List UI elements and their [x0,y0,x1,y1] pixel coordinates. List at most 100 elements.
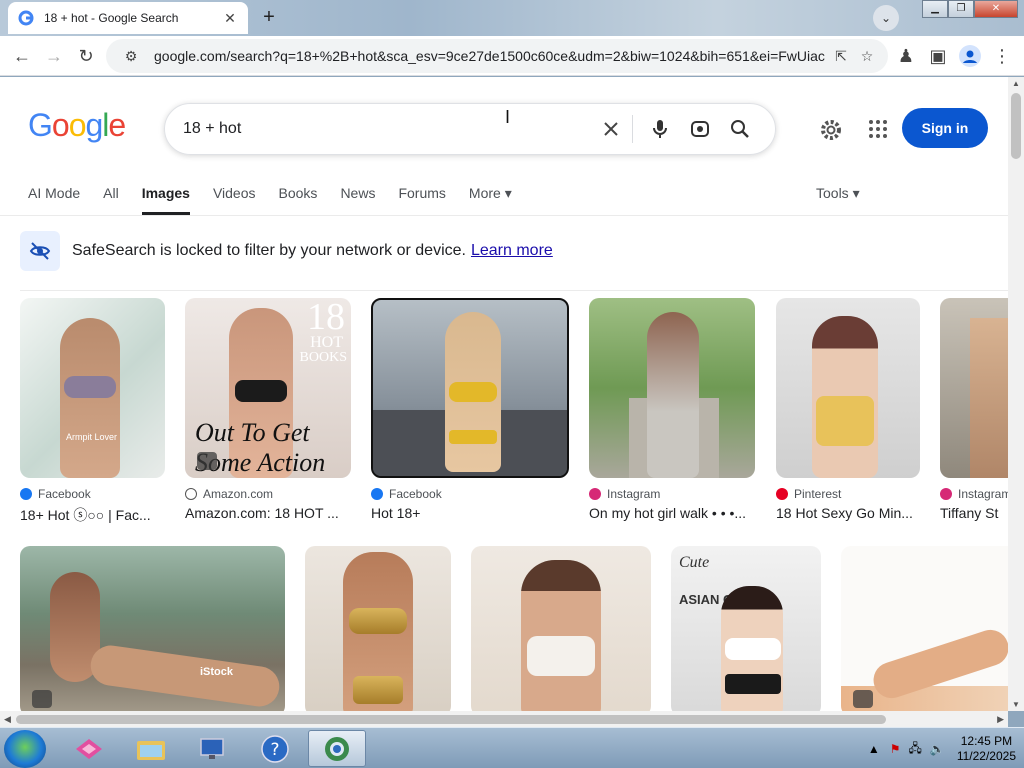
result-thumbnail[interactable] [841,546,1008,711]
google-apps-icon[interactable] [866,117,890,146]
volume-muted-icon[interactable]: 🔈 [930,742,945,756]
explorer-folder-icon[interactable] [122,730,180,767]
scroll-up-icon[interactable]: ▲ [1012,79,1020,88]
result-thumbnail[interactable] [776,298,920,478]
tab-books[interactable]: Books [279,185,318,215]
share-icon[interactable]: ⇱ [830,45,852,67]
image-result[interactable]: 18 HOT BOOKS Out To Get Some Action Amaz… [185,298,351,521]
action-center-icon[interactable]: ⚑ [890,742,901,756]
safesearch-notice: SafeSearch is locked to filter by your n… [20,231,553,271]
remote-desktop-icon[interactable] [184,730,242,767]
learn-more-link[interactable]: Learn more [471,242,553,259]
reload-icon[interactable]: ↻ [74,44,98,68]
image-result[interactable]: Facebook Hot 18+ [371,298,569,521]
tab-news[interactable]: News [340,185,375,215]
image-result[interactable] [305,546,451,711]
tab-forums[interactable]: Forums [398,185,445,215]
side-panel-icon[interactable]: ▣ [926,44,950,68]
result-thumbnail[interactable]: Cute ASIAN GIRLS [671,546,821,711]
product-badge-icon [32,690,52,708]
result-caption[interactable]: Hot 18+ [371,505,569,521]
book-number: 18 [307,298,345,338]
clear-search-icon[interactable] [594,112,628,146]
minimize-button[interactable]: ▁ [922,0,948,18]
google-logo[interactable]: Google [28,107,126,144]
result-source: Pinterest [794,487,842,501]
lens-search-icon[interactable] [683,112,717,146]
window-close-button[interactable]: ✕ [974,0,1018,18]
clock[interactable]: 12:45 PM 11/22/2025 [957,734,1016,764]
facebook-icon [371,488,383,500]
vertical-scrollbar[interactable]: ▲ ▼ [1008,77,1024,711]
maximize-button[interactable]: ❐ [948,0,974,18]
forward-icon[interactable]: → [42,44,66,68]
site-info-icon[interactable]: ⚙ [120,45,142,67]
tab-videos[interactable]: Videos [213,185,256,215]
result-thumbnail[interactable] [471,546,651,711]
address-bar[interactable]: ⚙ google.com/search?q=18+%2B+hot&sca_esv… [106,39,888,73]
sign-in-button[interactable]: Sign in [902,108,988,148]
extensions-icon[interactable]: ♟ [894,44,918,68]
scroll-thumb[interactable] [16,715,886,724]
image-result[interactable]: Instagram Tiffany St [940,298,1008,521]
result-thumbnail[interactable] [589,298,755,478]
tab-all[interactable]: All [103,185,119,215]
result-thumbnail[interactable] [305,546,451,711]
new-tab-button[interactable]: + [258,7,280,29]
scroll-right-icon[interactable]: ▶ [997,714,1004,725]
scroll-down-icon[interactable]: ▼ [1012,700,1020,709]
result-thumbnail[interactable]: iStock [20,546,285,711]
search-input[interactable]: 18 + hot [183,120,588,138]
bookmark-star-icon[interactable]: ☆ [856,45,878,67]
result-source: Facebook [389,487,442,501]
image-result[interactable]: Instagram On my hot girl walk • • •... [589,298,755,521]
search-submit-icon[interactable] [723,112,757,146]
image-result[interactable] [471,546,651,711]
back-icon[interactable]: ← [10,44,34,68]
tab-images[interactable]: Images [141,185,190,215]
result-thumbnail[interactable]: 18 HOT BOOKS Out To Get Some Action [185,298,351,478]
image-result[interactable]: Armpit Lover Facebook 18+ Hot ⓢ○○ | Fac.… [20,298,165,525]
url-text[interactable]: google.com/search?q=18+%2B+hot&sca_esv=9… [154,48,826,64]
profile-avatar-icon[interactable] [958,44,982,68]
divider [20,290,1008,291]
amazon-icon [185,488,197,500]
result-caption[interactable]: On my hot girl walk • • •... [589,505,755,521]
tab-more[interactable]: More ▾ [469,185,512,215]
scroll-thumb[interactable] [1011,93,1021,159]
tab-search-button[interactable]: ⌄ [873,5,899,31]
tab-ai-mode[interactable]: AI Mode [28,185,80,215]
help-icon[interactable]: ? [246,730,304,767]
app-icon-pink[interactable] [60,730,118,767]
search-results-page: Google 18 + hot I Sign in AI Mode All Im… [0,77,1008,711]
system-tray: ▲ ⚑ 🖧 🔈 12:45 PM 11/22/2025 [868,734,1016,764]
tools-dropdown[interactable]: Tools ▾ [816,185,860,202]
search-box[interactable]: 18 + hot [164,103,776,155]
result-caption[interactable]: Amazon.com: 18 HOT ... [185,505,351,521]
result-thumbnail[interactable] [940,298,1008,478]
chrome-taskbar-icon[interactable] [308,730,366,767]
voice-search-icon[interactable] [643,112,677,146]
image-result[interactable]: Pinterest 18 Hot Sexy Go Min... [776,298,920,521]
result-thumbnail[interactable] [371,298,569,478]
result-thumbnail[interactable]: Armpit Lover [20,298,165,478]
product-badge-icon [197,452,217,470]
result-caption[interactable]: Tiffany St [940,505,1008,521]
result-caption[interactable]: 18+ Hot ⓢ○○ | Fac... [20,505,165,525]
menu-kebab-icon[interactable]: ⋮ [990,44,1014,68]
settings-gear-icon[interactable] [818,117,844,148]
tray-expand-icon[interactable]: ▲ [868,742,880,756]
horizontal-scrollbar[interactable]: ◀ ▶ [0,711,1008,727]
window-controls: ▁ ❐ ✕ [922,0,1018,18]
image-result[interactable]: Cute ASIAN GIRLS [671,546,821,711]
scroll-left-icon[interactable]: ◀ [4,714,11,725]
start-button[interactable] [4,730,46,768]
browser-tab[interactable]: 18 + hot - Google Search ✕ [8,2,248,34]
safesearch-eye-off-icon [20,231,60,271]
result-caption[interactable]: 18 Hot Sexy Go Min... [776,505,920,521]
facebook-icon [20,488,32,500]
network-icon[interactable]: 🖧 [908,739,921,760]
image-result[interactable]: iStock [20,546,285,711]
image-result[interactable] [841,546,1008,711]
tab-close-icon[interactable]: ✕ [222,10,238,27]
